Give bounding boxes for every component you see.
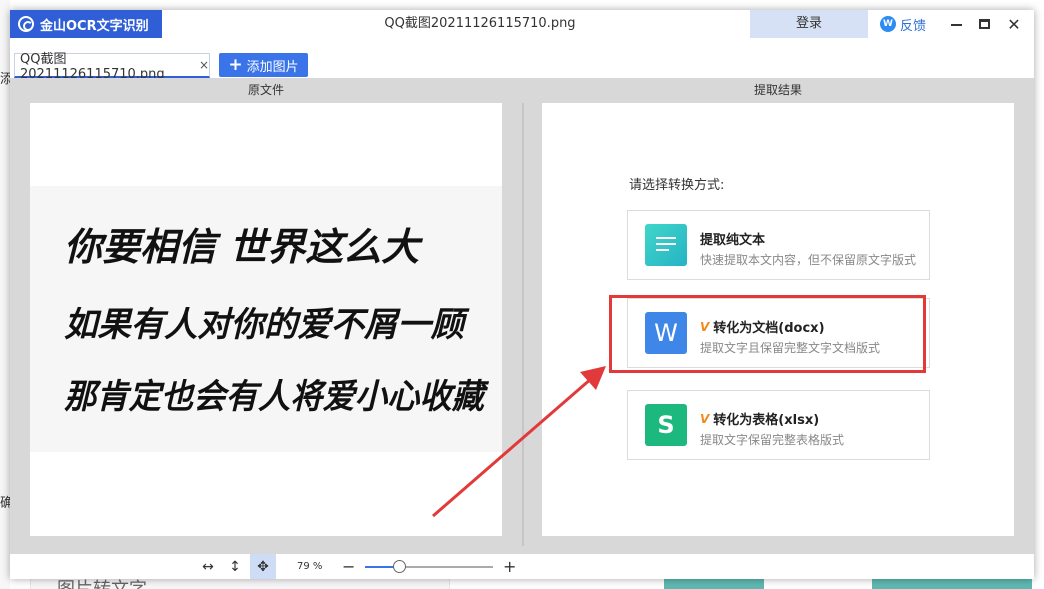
add-image-button[interactable]: + 添加图片 bbox=[219, 53, 308, 77]
feedback-label: 反馈 bbox=[900, 18, 927, 34]
feedback-icon: W bbox=[880, 16, 896, 32]
background-thumbnail bbox=[872, 578, 1032, 589]
bottom-toolbar: ↔ ↕ ✥ 79 % − + bbox=[10, 554, 1034, 579]
option-title: V 转化为表格(xlsx) bbox=[700, 411, 820, 429]
move-icon: ✥ bbox=[257, 558, 269, 575]
pane-divider[interactable] bbox=[522, 103, 524, 546]
zoom-out-button[interactable]: − bbox=[342, 554, 355, 579]
move-tool-button[interactable]: ✥ bbox=[250, 554, 276, 579]
background-thumbnail bbox=[664, 578, 764, 589]
background-text bbox=[760, 0, 990, 10]
app-logo-icon bbox=[18, 16, 34, 32]
file-tab[interactable]: QQ截图20211126115710.png × bbox=[14, 52, 210, 82]
maximize-icon bbox=[978, 19, 990, 29]
fit-height-button[interactable]: ↕ bbox=[222, 554, 248, 579]
tab-close-icon[interactable]: × bbox=[199, 58, 209, 72]
background-card: 图片转文字 bbox=[30, 578, 450, 589]
zoom-in-button[interactable]: + bbox=[503, 554, 516, 579]
result-pane-title: 提取结果 bbox=[753, 83, 802, 97]
zoom-slider[interactable] bbox=[365, 560, 493, 573]
source-pane-title: 原文件 bbox=[247, 83, 284, 97]
horizontal-arrows-icon: ↔ bbox=[202, 558, 214, 575]
source-pane: 你要相信 世界这么大 如果有人对你的爱不屑一顾 那肯定也会有人将爱小心收藏 bbox=[30, 103, 502, 536]
feedback-button[interactable]: W 反馈 bbox=[880, 14, 926, 34]
text-lines-icon bbox=[645, 224, 687, 266]
maximize-button[interactable] bbox=[974, 14, 994, 34]
handwriting-svg: 你要相信 世界这么大 如果有人对你的爱不屑一顾 那肯定也会有人将爱小心收藏 bbox=[30, 186, 502, 452]
close-icon: ✕ bbox=[1007, 14, 1021, 34]
fit-width-button[interactable]: ↔ bbox=[195, 554, 221, 579]
add-image-label: 添加图片 bbox=[246, 59, 299, 75]
plus-icon: + bbox=[228, 54, 243, 75]
vip-icon: V bbox=[700, 411, 710, 426]
highlight-box bbox=[609, 295, 926, 373]
option-desc: 提取文字保留完整表格版式 bbox=[700, 433, 845, 447]
vertical-arrows-icon: ↕ bbox=[229, 558, 241, 575]
handwriting-line: 你要相信 世界这么大 bbox=[64, 224, 423, 269]
handwriting-image: 你要相信 世界这么大 如果有人对你的爱不屑一顾 那肯定也会有人将爱小心收藏 bbox=[30, 186, 502, 452]
handwriting-line: 那肯定也会有人将爱小心收藏 bbox=[64, 377, 490, 417]
sheet-icon: S bbox=[645, 404, 687, 446]
login-button[interactable]: 登录 bbox=[750, 10, 868, 38]
tab-bar: QQ截图20211126115710.png × + 添加图片 bbox=[10, 38, 1034, 82]
zoom-slider-thumb[interactable] bbox=[392, 560, 406, 573]
minimize-icon bbox=[950, 24, 962, 26]
option-convert-xlsx[interactable]: S V 转化为表格(xlsx) 提取文字保留完整表格版式 bbox=[627, 390, 930, 460]
app-name: 金山OCR文字识别 bbox=[40, 18, 149, 34]
file-tab-label: QQ截图20211126115710.png bbox=[20, 52, 165, 82]
zoom-value: 79 % bbox=[297, 561, 323, 572]
app-brand: 金山OCR文字识别 bbox=[10, 10, 162, 38]
minimize-button[interactable] bbox=[946, 14, 966, 34]
window-title: QQ截图20211126115710.png bbox=[384, 16, 576, 31]
handwriting-line: 如果有人对你的爱不屑一顾 bbox=[64, 305, 470, 345]
convert-prompt: 请选择转换方式: bbox=[629, 178, 725, 193]
option-extract-text[interactable]: 提取纯文本 快速提取本文内容，但不保留原文字版式 bbox=[627, 210, 930, 280]
option-title: 提取纯文本 bbox=[700, 233, 766, 248]
title-bar: 金山OCR文字识别 QQ截图20211126115710.png 登录 W 反馈… bbox=[10, 10, 1034, 38]
close-button[interactable]: ✕ bbox=[1004, 14, 1024, 34]
option-desc: 快速提取本文内容，但不保留原文字版式 bbox=[700, 253, 917, 267]
